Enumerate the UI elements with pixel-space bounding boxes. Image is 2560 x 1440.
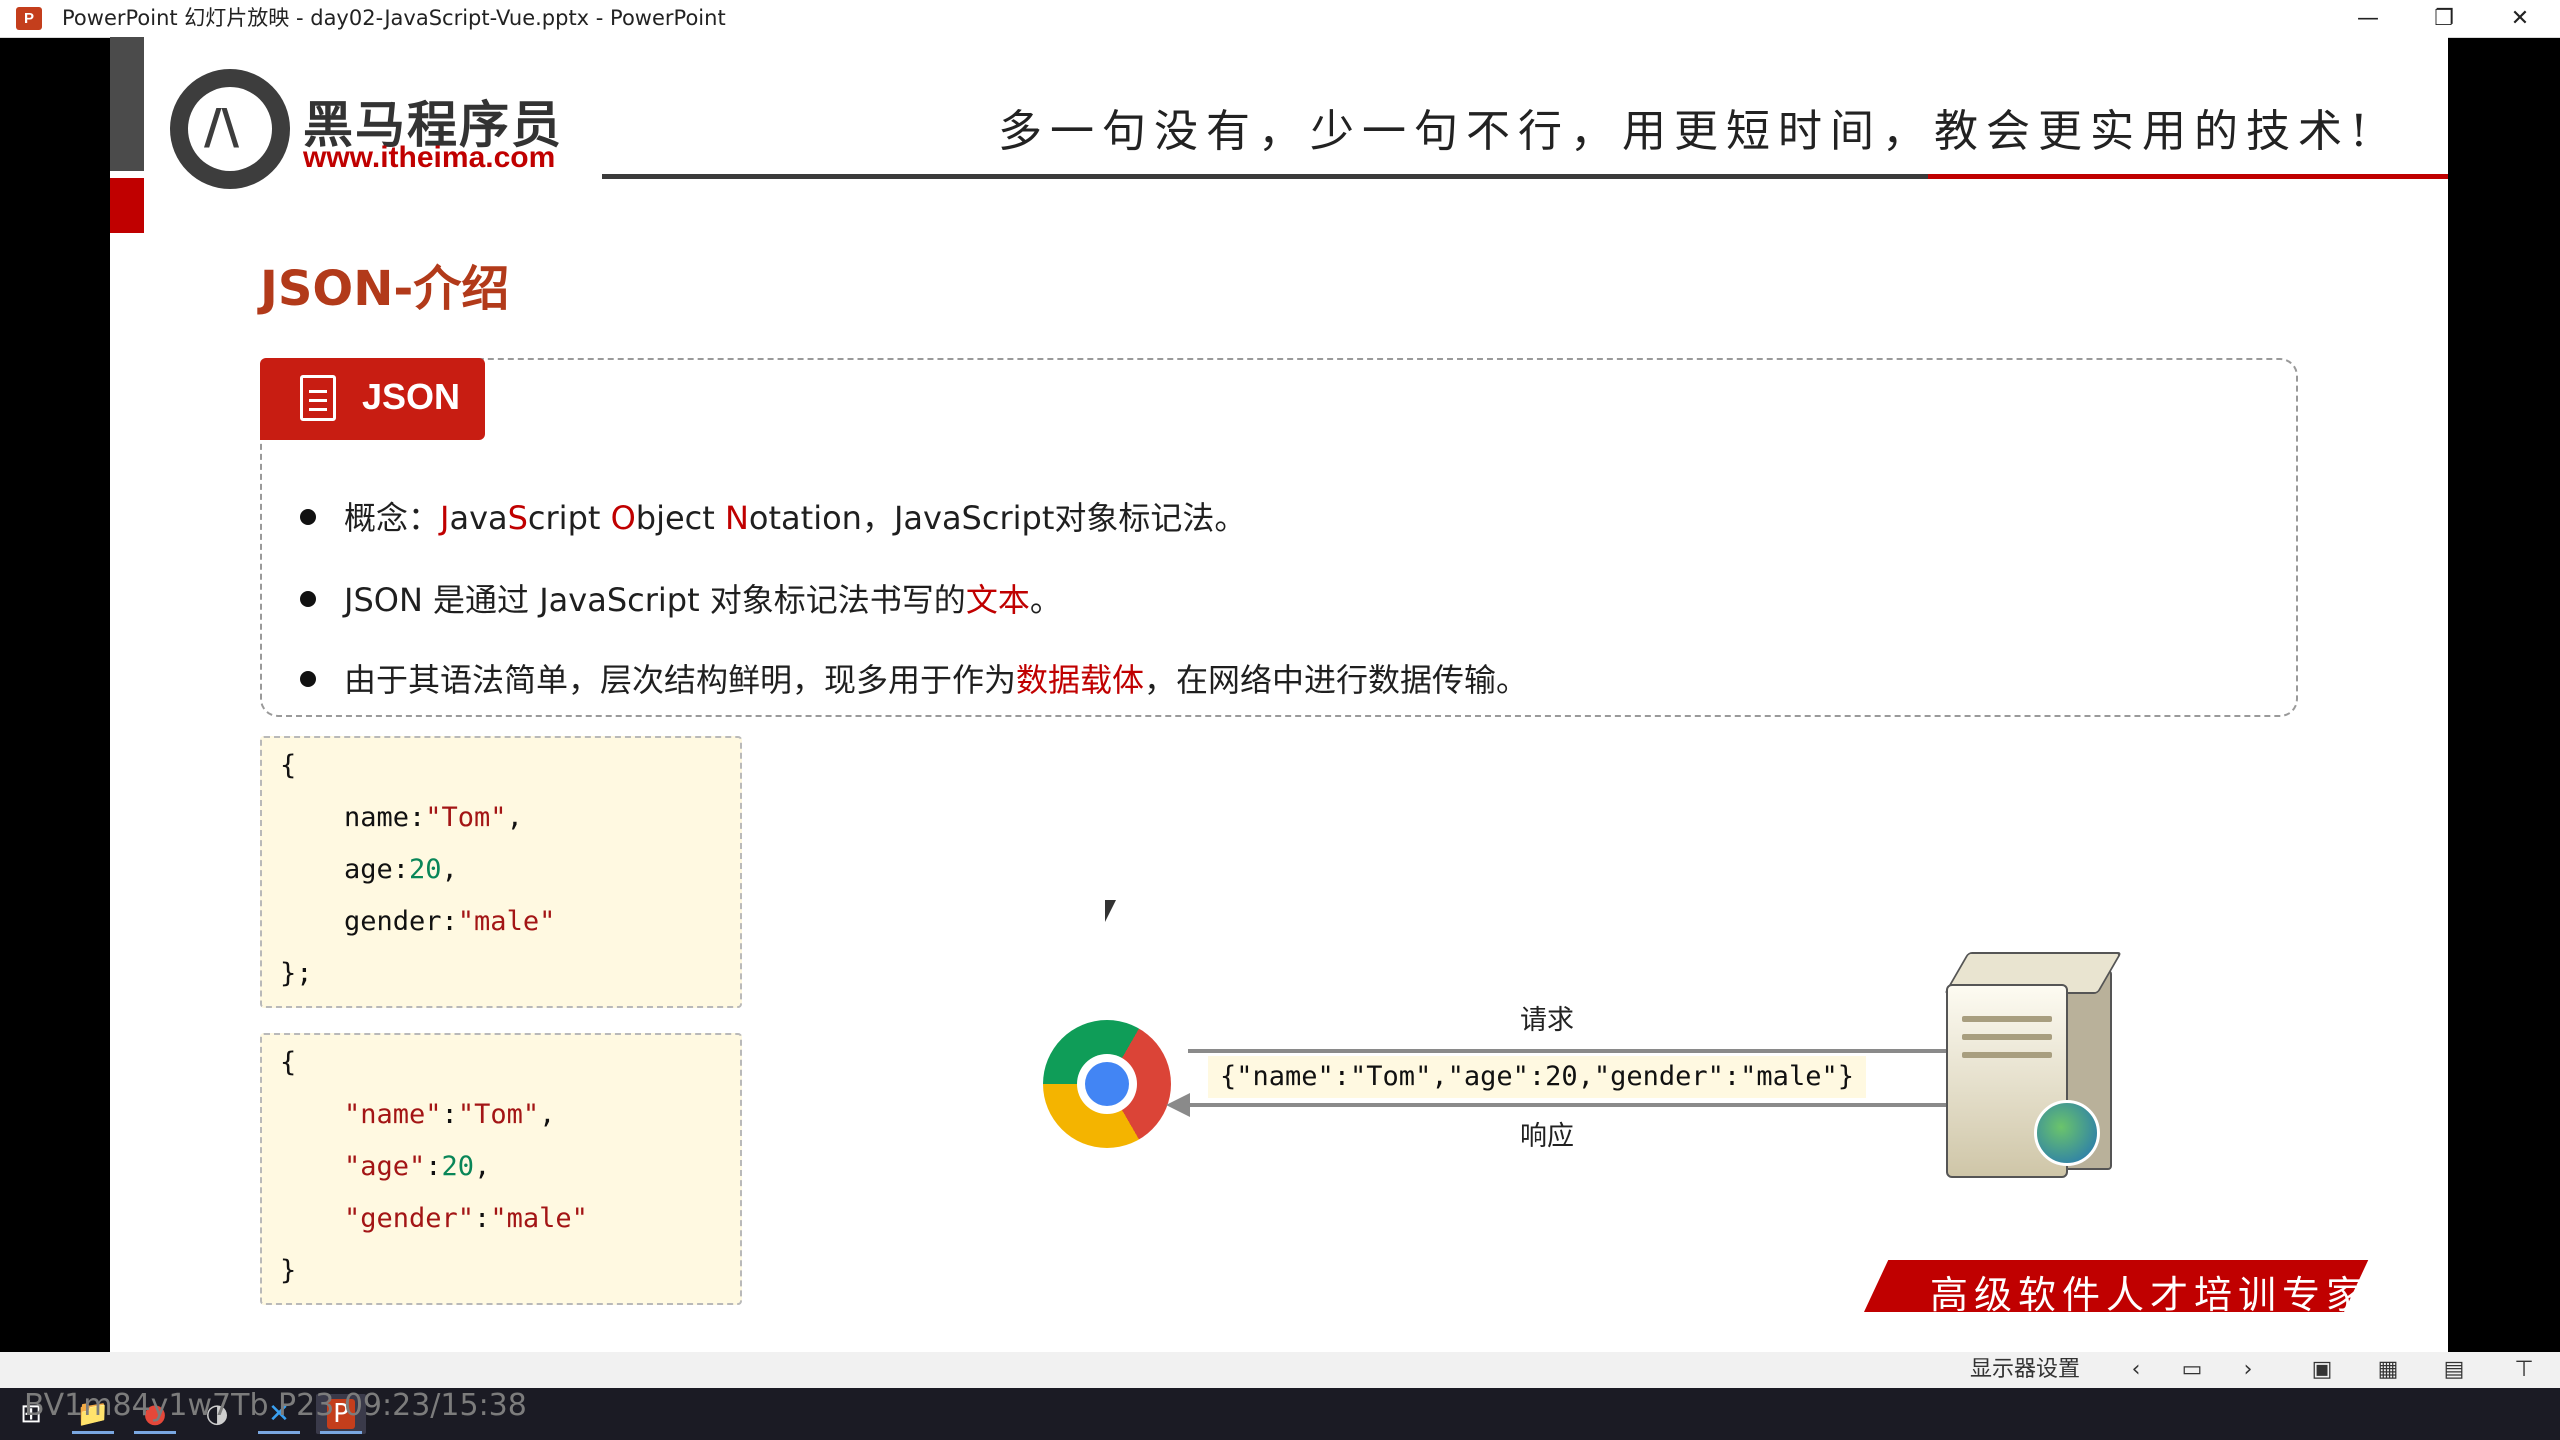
bullet-dot-icon [300, 671, 316, 687]
chrome-browser-icon [1043, 1020, 1171, 1148]
minimize-button[interactable]: — [2328, 0, 2408, 37]
json-payload: {"name":"Tom","age":20,"gender":"male"} [1208, 1056, 1866, 1098]
close-button[interactable]: ✕ [2480, 0, 2560, 37]
header-stripe-dark [110, 37, 144, 171]
bullet-data-carrier: 由于其语法简单，层次结构鲜明，现多用于作为数据载体，在网络中进行数据传输。 [300, 655, 1528, 701]
restore-button[interactable]: ❐ [2404, 0, 2484, 37]
bullet-concept: 概念：JavaScript Object Notation，JavaScript… [300, 493, 1246, 539]
powerpoint-app-icon[interactable]: P [16, 7, 42, 30]
previous-slide-button[interactable]: ‹ [2124, 1358, 2148, 1382]
display-settings-button[interactable]: 显示器设置 [1970, 1356, 2080, 1384]
bullet-dot-icon [300, 509, 316, 525]
window-title: PowerPoint 幻灯片放映 - day02-JavaScript-Vue.… [62, 6, 726, 30]
request-label: 请求 [1520, 1005, 1574, 1036]
slideshow-toolbar: 显示器设置 ‹ ▭ › ▣ ▦ ▤ ⊤ [0, 1352, 2560, 1388]
slogan: 多一句没有，少一句不行，用更短时间，教会更实用的技术! [998, 106, 2376, 157]
slide-sorter-icon[interactable]: ▭ [2180, 1358, 2204, 1382]
response-arrow [1188, 1103, 2014, 1107]
header-divider-accent [1928, 174, 2448, 179]
response-label: 响应 [1520, 1121, 1574, 1152]
json-tab: JSON [260, 358, 485, 440]
slideshow-view-icon[interactable]: ⊤ [2512, 1358, 2536, 1382]
next-slide-button[interactable]: › [2236, 1358, 2260, 1382]
globe-icon [2034, 1100, 2100, 1166]
mouse-cursor-icon [1105, 900, 1116, 922]
logo-url: www.itheima.com [303, 141, 556, 174]
reading-view-icon[interactable]: ▤ [2442, 1358, 2466, 1382]
code-block-js-object: { name:"Tom", age:20, gender:"male" }; [260, 736, 742, 1008]
document-icon [300, 375, 336, 421]
itheima-logo-icon: /\ [170, 69, 290, 189]
code-block-json: { "name":"Tom", "age":20, "gender":"male… [260, 1033, 742, 1305]
arrow-left-icon [1166, 1093, 1190, 1117]
header-stripe-red [110, 178, 144, 233]
json-tab-label: JSON [362, 376, 461, 417]
web-server-icon [1943, 950, 2123, 1178]
bullet-text-format: JSON 是通过 JavaScript 对象标记法书写的文本。 [300, 575, 1062, 621]
grid-view-icon[interactable]: ▦ [2376, 1358, 2400, 1382]
video-watermark: BV1m84y1w7Tb P23 09:23/15:38 [24, 1388, 527, 1423]
normal-view-icon[interactable]: ▣ [2310, 1358, 2334, 1382]
slide-title: JSON-介绍 [260, 261, 510, 317]
footer-banner-text: 高级软件人才培训专家 [1930, 1273, 2371, 1317]
header-divider [602, 174, 2038, 179]
bullet-dot-icon [300, 591, 316, 607]
window-titlebar: P PowerPoint 幻灯片放映 - day02-JavaScript-Vu… [0, 0, 2560, 38]
request-arrow [1188, 1049, 2014, 1053]
